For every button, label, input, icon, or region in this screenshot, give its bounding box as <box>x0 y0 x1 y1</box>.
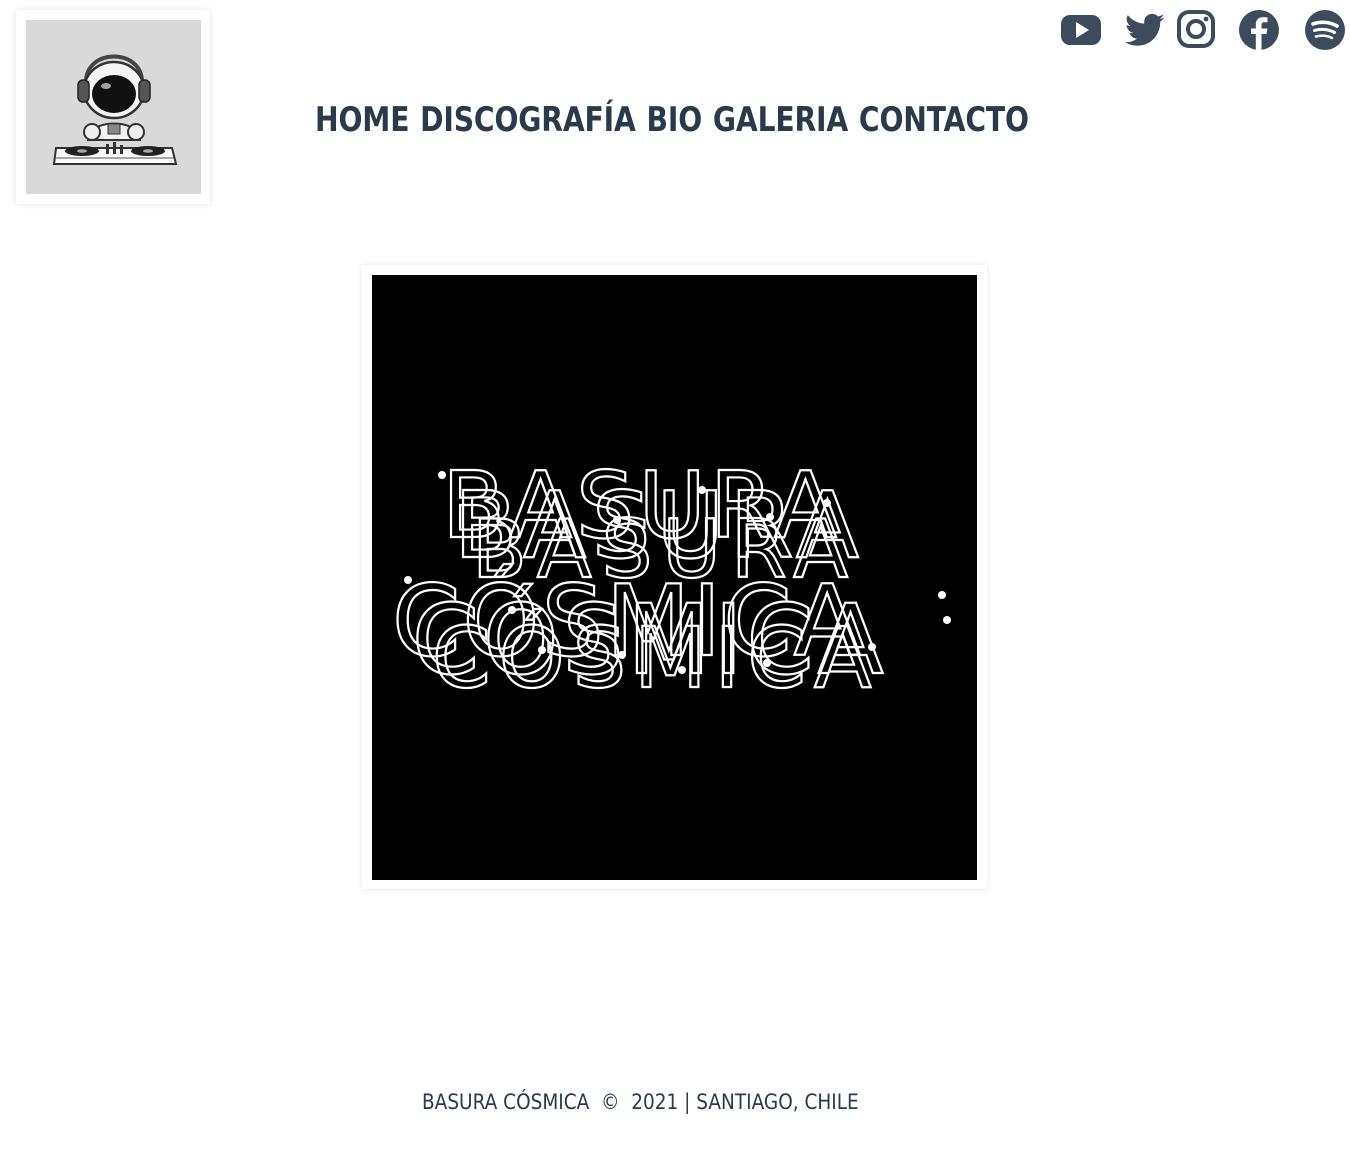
spotify-icon <box>1305 10 1345 50</box>
spotify-link[interactable] <box>1304 9 1346 51</box>
twitter-icon <box>1125 13 1165 46</box>
nav-item-discografia[interactable]: DISCOGRAFÍA <box>420 100 636 140</box>
album-cover-art: BASURA BASURA BASURA CÓSMICA CÓSMICA CÓS… <box>391 451 951 708</box>
nav-item-home[interactable]: HOME <box>315 100 409 140</box>
youtube-icon <box>1061 15 1101 45</box>
astronaut-dj-icon <box>52 54 178 165</box>
album-cover[interactable]: BASURA BASURA BASURA CÓSMICA CÓSMICA CÓS… <box>372 275 977 880</box>
nav-item-bio[interactable]: BIO <box>647 100 703 140</box>
nav-item-galeria[interactable]: GALERIA <box>713 100 848 140</box>
twitter-link[interactable] <box>1123 10 1167 50</box>
social-links <box>1050 8 1350 54</box>
logo-image <box>26 20 201 194</box>
album-title-line2-ghost: CÓSMICA <box>432 609 879 707</box>
facebook-link[interactable] <box>1238 9 1280 51</box>
nav-item-contacto[interactable]: CONTACTO <box>859 100 1029 140</box>
album-card: BASURA BASURA BASURA CÓSMICA CÓSMICA CÓS… <box>362 265 987 889</box>
page: HOME DISCOGRAFÍA BIO GALERIA CONTACTO BA… <box>0 0 1350 1155</box>
youtube-link[interactable] <box>1060 12 1102 48</box>
instagram-link[interactable] <box>1176 9 1216 49</box>
instagram-icon <box>1177 10 1215 48</box>
main-nav: HOME DISCOGRAFÍA BIO GALERIA CONTACTO <box>315 100 1183 140</box>
footer: BASURA CÓSMICA © 2021 | SANTIAGO, CHILE <box>395 1066 918 1138</box>
logo-link[interactable] <box>16 10 210 204</box>
footer-text: BASURA CÓSMICA © 2021 | SANTIAGO, CHILE <box>421 1090 859 1114</box>
facebook-icon <box>1239 10 1279 51</box>
